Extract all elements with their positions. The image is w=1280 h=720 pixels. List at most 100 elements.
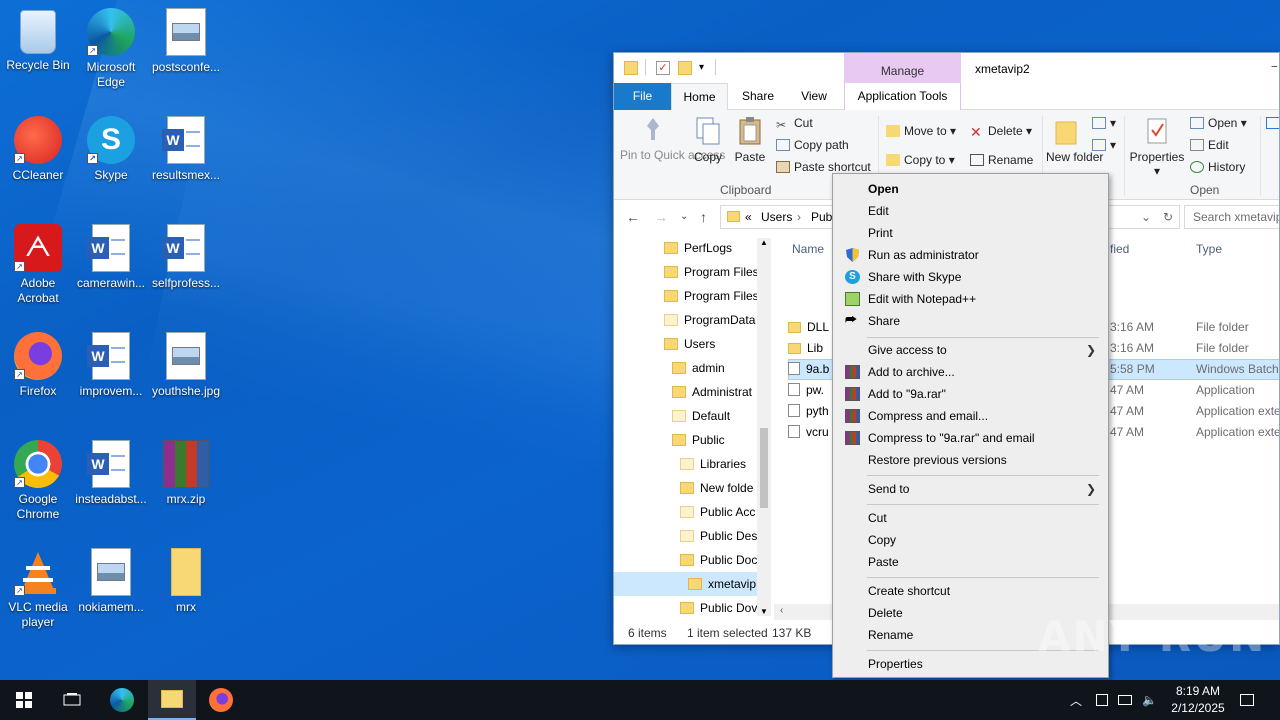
- tree-item[interactable]: Program Files: [614, 260, 759, 284]
- menu-share[interactable]: ⮫ Share: [835, 310, 1106, 332]
- desktop-icon-acrobat[interactable]: ᗅ ↗ Adobe Acrobat: [0, 224, 76, 306]
- tree-item[interactable]: xmetavip: [614, 572, 757, 596]
- tab-manage[interactable]: Manage: [844, 53, 961, 83]
- move-to-button[interactable]: Move to ▾: [886, 124, 956, 138]
- properties-quick-icon[interactable]: ✓: [656, 61, 670, 75]
- menu-open[interactable]: Open: [835, 178, 1106, 200]
- tree-item[interactable]: Program Files: [614, 284, 759, 308]
- tree-item[interactable]: PerfLogs: [614, 236, 757, 260]
- file-row[interactable]: pyth: [788, 401, 829, 422]
- menu-send-to[interactable]: Send to ❯: [835, 478, 1106, 500]
- file-row[interactable]: vcru: [788, 422, 829, 443]
- tab-home[interactable]: Home: [671, 83, 728, 110]
- tree-item[interactable]: Public: [614, 428, 757, 452]
- start-button[interactable]: [0, 680, 48, 720]
- tray-icon-device[interactable]: [1096, 680, 1108, 720]
- tab-share[interactable]: Share: [732, 83, 784, 110]
- menu-cut[interactable]: Cut: [835, 507, 1106, 529]
- tree-item[interactable]: Public Acc: [614, 500, 757, 524]
- tree-item[interactable]: admin: [614, 356, 757, 380]
- tab-view[interactable]: View: [786, 83, 842, 110]
- paste-button[interactable]: Paste: [732, 116, 768, 164]
- tree-item[interactable]: Public Doc: [614, 548, 757, 572]
- open-button[interactable]: Open ▾: [1190, 116, 1247, 130]
- navigation-scrollbar[interactable]: ▲ ▼: [757, 238, 771, 616]
- tree-item[interactable]: Administrat: [614, 380, 757, 404]
- minimize-button[interactable]: –: [1271, 61, 1277, 72]
- desktop-icon-resultsmex[interactable]: W resultsmex...: [148, 116, 224, 183]
- desktop-icon-mrx-folder[interactable]: mrx: [148, 548, 224, 615]
- menu-edit[interactable]: Edit: [835, 200, 1106, 222]
- tree-item[interactable]: Libraries: [614, 452, 757, 476]
- history-button[interactable]: History: [1190, 160, 1245, 174]
- copy-path-button[interactable]: Copy path: [776, 138, 849, 152]
- tree-item[interactable]: New folde: [614, 476, 757, 500]
- desktop-icon-recycle-bin[interactable]: Recycle Bin: [0, 8, 76, 73]
- tray-icon-volume[interactable]: 🔈: [1142, 680, 1157, 720]
- menu-copy[interactable]: Copy: [835, 529, 1106, 551]
- address-dropdown-icon[interactable]: ⌄: [1141, 210, 1151, 224]
- file-row[interactable]: Lib: [788, 338, 823, 359]
- task-view-button[interactable]: [48, 680, 96, 720]
- cut-button[interactable]: ✂ Cut: [776, 116, 813, 132]
- select-all-button[interactable]: [1266, 116, 1279, 130]
- tree-item[interactable]: Users: [614, 332, 757, 356]
- properties-button[interactable]: Properties ▾: [1128, 116, 1186, 178]
- up-arrow-icon[interactable]: ↑: [700, 209, 707, 225]
- desktop-icon-selfprofess[interactable]: W selfprofess...: [148, 224, 224, 291]
- navigation-pane[interactable]: PerfLogs Program Files Program Files Progra…: [614, 234, 772, 620]
- desktop-icon-vlc[interactable]: ↗ VLC media player: [0, 548, 76, 630]
- pin-to-quick-access-button[interactable]: Pin to Quick access: [620, 116, 725, 162]
- menu-give-access-to[interactable]: Give access to ❯: [835, 339, 1106, 361]
- desktop-icon-firefox[interactable]: ↗ Firefox: [0, 332, 76, 399]
- tray-icon-network[interactable]: [1118, 680, 1132, 720]
- rename-button[interactable]: Rename: [970, 153, 1033, 167]
- paste-shortcut-button[interactable]: Paste shortcut: [776, 160, 871, 174]
- breadcrumb-users[interactable]: Users: [761, 210, 792, 224]
- column-header-type[interactable]: Type: [1196, 242, 1222, 256]
- copy-to-button[interactable]: Copy to ▾: [886, 153, 955, 167]
- desktop-icon-edge[interactable]: ↗ Microsoft Edge: [73, 8, 149, 90]
- breadcrumb-public[interactable]: Pub: [811, 210, 832, 224]
- menu-run-as-administrator[interactable]: Run as administrator: [835, 244, 1106, 266]
- scroll-up-icon[interactable]: ▲: [760, 238, 768, 247]
- tab-file[interactable]: File: [614, 83, 671, 110]
- menu-compress-to-9a-rar-and-email[interactable]: Compress to "9a.rar" and email: [835, 427, 1106, 449]
- tree-item[interactable]: Default: [614, 404, 757, 428]
- easy-access-button[interactable]: ▾: [1092, 138, 1116, 152]
- new-item-button[interactable]: ▾: [1092, 116, 1116, 130]
- menu-print[interactable]: Print: [835, 222, 1106, 244]
- new-folder-quick-icon[interactable]: [678, 61, 692, 75]
- back-arrow-icon[interactable]: ←: [626, 209, 640, 225]
- desktop-icon-camerawin[interactable]: W camerawin...: [73, 224, 149, 291]
- refresh-icon[interactable]: ↻: [1163, 210, 1173, 224]
- scrollbar-thumb[interactable]: [760, 428, 768, 508]
- scroll-left-icon[interactable]: ‹: [780, 605, 783, 616]
- desktop-icon-skype[interactable]: S ↗ Skype: [73, 116, 149, 183]
- tab-application-tools[interactable]: Application Tools: [844, 83, 961, 110]
- desktop-icon-ccleaner[interactable]: ↗ CCleaner: [0, 116, 76, 183]
- tree-item[interactable]: Public Des: [614, 524, 757, 548]
- file-row[interactable]: pw.: [788, 380, 824, 401]
- desktop-icon-nokiamem[interactable]: nokiamem...: [73, 548, 149, 615]
- menu-create-shortcut[interactable]: Create shortcut: [835, 580, 1106, 602]
- delete-button[interactable]: ✕ Delete ▾: [970, 124, 1032, 140]
- column-header-modified[interactable]: fied: [1110, 242, 1129, 256]
- taskbar-firefox[interactable]: [197, 680, 245, 720]
- clock[interactable]: 8:19 AM 2/12/2025: [1160, 683, 1236, 717]
- desktop-icon-mrx-zip[interactable]: mrx.zip: [148, 440, 224, 507]
- edit-button[interactable]: Edit: [1190, 138, 1229, 152]
- desktop-icon-chrome[interactable]: ↗ Google Chrome: [0, 440, 76, 522]
- tree-item[interactable]: ProgramData: [614, 308, 757, 332]
- desktop-icon-improvem[interactable]: W improvem...: [73, 332, 149, 399]
- title-bar[interactable]: ✓ ▾ Manage xmetavip2 –: [614, 53, 1279, 83]
- desktop-icon-youthshe[interactable]: youthshe.jpg: [148, 332, 224, 399]
- file-row[interactable]: DLL: [788, 317, 829, 338]
- menu-share-with-skype[interactable]: S Share with Skype: [835, 266, 1106, 288]
- copy-button[interactable]: Copy: [690, 116, 726, 164]
- customize-toolbar-icon[interactable]: ▾: [699, 61, 713, 75]
- menu-compress-and-email[interactable]: Compress and email...: [835, 405, 1106, 427]
- search-input[interactable]: Search xmetavip: [1184, 205, 1279, 229]
- menu-edit-with-notepadpp[interactable]: Edit with Notepad++: [835, 288, 1106, 310]
- menu-add-to-9a-rar[interactable]: Add to "9a.rar": [835, 383, 1106, 405]
